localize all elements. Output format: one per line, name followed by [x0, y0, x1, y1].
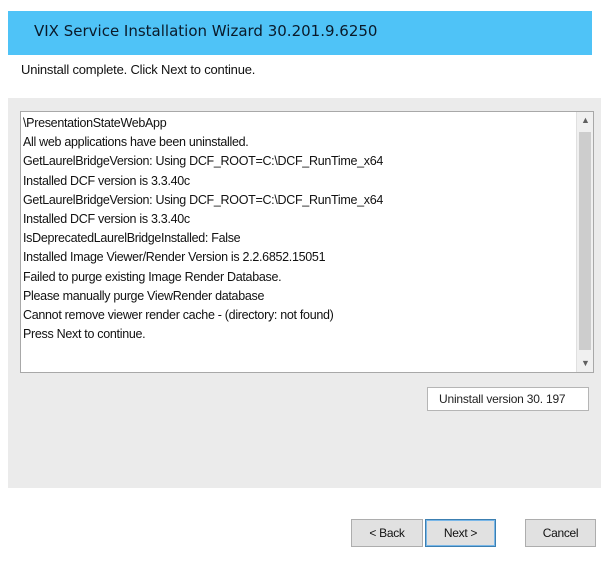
window-title: VIX Service Installation Wizard 30.201.9…	[34, 22, 378, 40]
status-message: Uninstall complete. Click Next to contin…	[21, 62, 256, 77]
log-lines: \PresentationStateWebApp All web applica…	[23, 114, 575, 370]
log-line: GetLaurelBridgeVersion: Using DCF_ROOT=C…	[23, 154, 384, 169]
log-line: \PresentationStateWebApp	[23, 116, 167, 130]
log-line: Failed to purge existing Image Render Da…	[23, 269, 282, 284]
uninstall-version-field: Uninstall version 30. 197	[427, 387, 589, 411]
log-line: IsDeprecatedLaurelBridgeInstalled: False	[23, 231, 241, 246]
log-scrollbar[interactable]: ▲ ▼	[576, 112, 593, 372]
scroll-thumb[interactable]	[579, 132, 591, 350]
scroll-up-arrow-icon[interactable]: ▲	[577, 112, 594, 129]
log-line: Installed Image Viewer/Render Version is…	[23, 250, 326, 265]
log-line: Installed DCF version is 3.3.40c	[23, 211, 190, 226]
install-log-textbox[interactable]: \PresentationStateWebApp All web applica…	[20, 111, 594, 373]
title-bar: VIX Service Installation Wizard 30.201.9…	[8, 11, 592, 55]
next-button[interactable]: Next >	[425, 519, 496, 547]
scroll-down-arrow-icon[interactable]: ▼	[577, 355, 594, 372]
cancel-button[interactable]: Cancel	[525, 519, 596, 547]
log-line: Installed DCF version is 3.3.40c	[23, 173, 190, 188]
log-line: Press Next to continue.	[23, 327, 146, 342]
back-button[interactable]: < Back	[351, 519, 423, 547]
log-line: All web applications have been uninstall…	[23, 135, 249, 150]
log-line: GetLaurelBridgeVersion: Using DCF_ROOT=C…	[23, 192, 384, 207]
log-line: Cannot remove viewer render cache - (dir…	[23, 307, 334, 322]
log-line: Please manually purge ViewRender databas…	[23, 288, 265, 303]
